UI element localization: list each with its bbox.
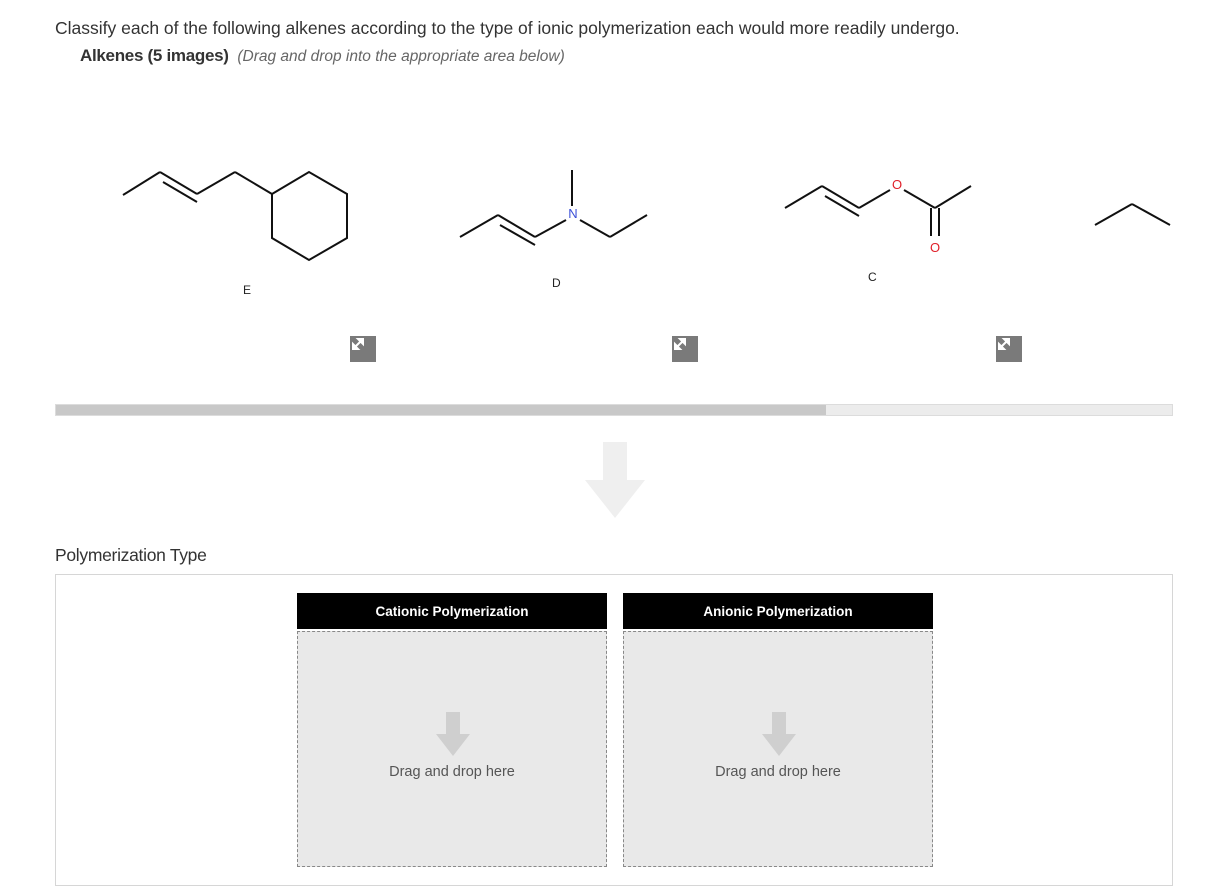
polymerization-panel: Cationic Polymerization Drag and drop he… bbox=[55, 574, 1173, 886]
bin-cationic: Cationic Polymerization Drag and drop he… bbox=[297, 593, 607, 867]
oxygen-atom: O bbox=[892, 177, 902, 192]
alkene-card-d[interactable]: N D bbox=[440, 110, 760, 380]
alkenes-title: Alkenes (5 images) bbox=[80, 46, 229, 65]
polymerization-title: Polymerization Type bbox=[55, 545, 207, 565]
alkene-card-e[interactable]: E bbox=[105, 110, 425, 380]
drop-placeholder: Drag and drop here bbox=[389, 764, 515, 780]
alkenes-hint: (Drag and drop into the appropriate area… bbox=[237, 48, 565, 65]
bin-cationic-label: Cationic Polymerization bbox=[297, 593, 607, 629]
alkene-e-label: E bbox=[243, 283, 252, 297]
expand-icon[interactable] bbox=[350, 336, 376, 362]
alkene-partial-structure bbox=[1094, 203, 1171, 226]
bin-anionic: Anionic Polymerization Drag and drop her… bbox=[623, 593, 933, 867]
alkenes-carousel: E N D O O C bbox=[55, 110, 1173, 380]
drop-zone-anionic[interactable]: Drag and drop here bbox=[623, 631, 933, 867]
bin-anionic-label: Anionic Polymerization bbox=[623, 593, 933, 629]
drop-placeholder: Drag and drop here bbox=[715, 764, 841, 780]
alkene-c-label: C bbox=[868, 270, 877, 284]
alkenes-header: Alkenes (5 images) (Drag and drop into t… bbox=[80, 46, 565, 66]
down-arrow-icon bbox=[436, 712, 470, 761]
alkene-e-structure bbox=[122, 170, 348, 262]
alkene-card-c[interactable]: O O C bbox=[767, 110, 1087, 380]
expand-icon[interactable] bbox=[996, 336, 1022, 362]
alkene-d-structure: N bbox=[459, 170, 648, 246]
alkene-card-partial[interactable] bbox=[1090, 110, 1173, 380]
question-text: Classify each of the following alkenes a… bbox=[55, 18, 960, 38]
down-arrow-icon bbox=[585, 442, 645, 523]
alkene-c-structure: O O bbox=[784, 177, 972, 255]
oxygen-atom: O bbox=[930, 240, 940, 255]
expand-icon[interactable] bbox=[672, 336, 698, 362]
drop-zone-cationic[interactable]: Drag and drop here bbox=[297, 631, 607, 867]
carousel-scrollbar[interactable] bbox=[55, 404, 1173, 416]
nitrogen-atom: N bbox=[568, 206, 577, 221]
alkene-d-label: D bbox=[552, 276, 561, 290]
scrollbar-thumb[interactable] bbox=[56, 405, 827, 415]
down-arrow-icon bbox=[762, 712, 796, 761]
